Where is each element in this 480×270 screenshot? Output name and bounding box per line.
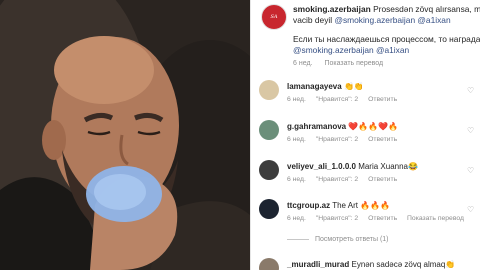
comment-item: _muradli_murad Eynən sadəcə zövq almaq👏 — [259, 258, 480, 270]
comment-item: veliyev_ali_1.0.0.0 Maria Xuanna😂 6 нед.… — [259, 160, 480, 184]
comment-username[interactable]: _muradli_murad — [287, 260, 349, 269]
avatar[interactable] — [259, 160, 279, 180]
caption-line-1: Prosesdən zövq alırsansa, mükafat — [373, 4, 480, 14]
heart-icon[interactable]: ♡ — [467, 87, 475, 95]
photo-illustration — [0, 0, 250, 270]
avatar[interactable] — [259, 199, 279, 219]
post-username[interactable]: smoking.azerbaijan — [293, 4, 371, 14]
comment-time: 6 нед. — [287, 176, 306, 183]
heart-icon[interactable]: ♡ — [467, 206, 475, 214]
comment-time: 6 нед. — [287, 215, 306, 222]
logo-icon: SA — [270, 14, 278, 20]
avatar[interactable] — [259, 258, 279, 270]
heart-icon[interactable]: ♡ — [467, 127, 475, 135]
post-translate-link[interactable]: Показать перевод — [324, 60, 383, 67]
reply-button[interactable]: Ответить — [368, 215, 397, 222]
post-body: smoking.azerbaijan Prosesdən zövq alırsa… — [293, 4, 480, 67]
avatar[interactable] — [259, 80, 279, 100]
reply-button[interactable]: Ответить — [368, 176, 397, 183]
comment-time: 6 нед. — [287, 136, 306, 143]
translate-link[interactable]: Показать перевод — [407, 215, 464, 222]
comment-time: 6 нед. — [287, 96, 306, 103]
comment-text: 👏👏 — [343, 82, 364, 91]
comment-text: ❤️🔥🔥❤️🔥 — [348, 122, 399, 131]
replies-divider — [287, 238, 309, 240]
comment-likes[interactable]: "Нравится": 2 — [316, 176, 358, 183]
comment-likes[interactable]: "Нравится": 2 — [316, 96, 358, 103]
comment-username[interactable]: veliyev_ali_1.0.0.0 — [287, 162, 356, 171]
post-meta: 6 нед. Показать перевод — [293, 60, 480, 67]
reply-button[interactable]: Ответить — [368, 96, 397, 103]
caption-line-2: vacib deyil — [293, 15, 333, 25]
caption-line-3: Если ты наслаждаешься процессом, то нагр… — [293, 34, 480, 44]
comments-panel: SA smoking.azerbaijan Prosesdən zövq alı… — [250, 0, 480, 270]
view-replies-link[interactable]: Посмотреть ответы (1) — [287, 236, 389, 243]
comment-text: Eynən sadəcə zövq almaq👏 — [351, 260, 456, 269]
comment-likes[interactable]: "Нравится": 2 — [316, 136, 358, 143]
heart-icon[interactable]: ♡ — [467, 167, 475, 175]
comment-item: g.gahramanova ❤️🔥🔥❤️🔥 6 нед. "Нравится":… — [259, 120, 480, 144]
caption-mentions-1[interactable]: @smoking.azerbaijan @a1ixan — [334, 15, 450, 25]
avatar[interactable] — [259, 120, 279, 140]
comment-username[interactable]: g.gahramanova — [287, 122, 346, 131]
comment-text: The Art 🔥🔥🔥 — [332, 201, 391, 210]
reply-button[interactable]: Ответить — [368, 136, 397, 143]
comment-item: ttcgroup.az The Art 🔥🔥🔥 6 нед. "Нравится… — [259, 199, 480, 223]
caption-mentions-2[interactable]: @smoking.azerbaijan @a1ixan — [293, 45, 409, 55]
comment-text: Maria Xuanna😂 — [358, 162, 418, 171]
comment-username[interactable]: ttcgroup.az — [287, 201, 330, 210]
post-time: 6 нед. — [293, 60, 313, 67]
comment-item: lamanagayeva 👏👏 6 нед. "Нравится": 2 Отв… — [259, 80, 480, 104]
comment-username[interactable]: lamanagayeva — [287, 82, 342, 91]
comment-likes[interactable]: "Нравится": 2 — [316, 215, 358, 222]
post-photo — [0, 0, 250, 270]
post-avatar[interactable]: SA — [261, 4, 287, 30]
